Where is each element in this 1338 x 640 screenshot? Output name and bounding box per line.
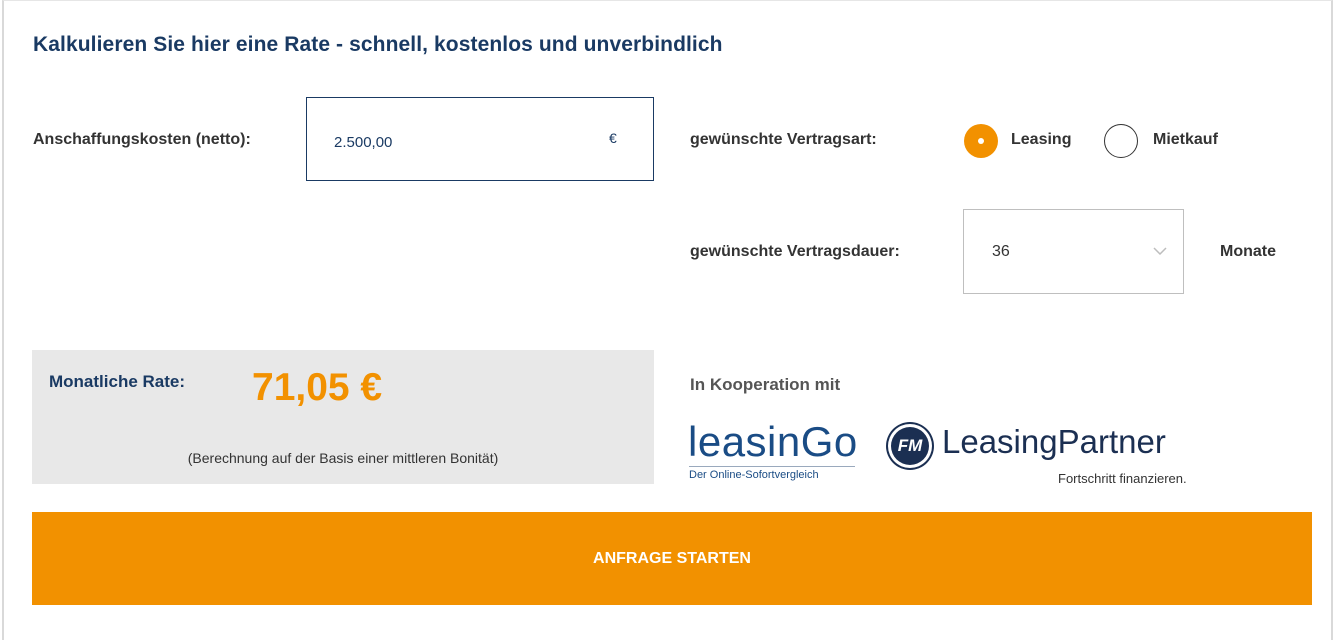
cost-input[interactable]: 2.500,00 € (306, 97, 654, 181)
leasingpartner-wordmark: LeasingPartner (942, 423, 1166, 460)
rate-note: (Berechnung auf der Basis einer mittlere… (187, 450, 499, 466)
radio-leasing[interactable] (964, 124, 998, 158)
start-request-label: ANFRAGE STARTEN (593, 549, 751, 567)
radio-mietkauf[interactable] (1104, 124, 1138, 158)
cooperation-label: In Kooperation mit (690, 375, 841, 394)
duration-select[interactable]: 36 (963, 209, 1184, 294)
cost-label: Anschaffungskosten (netto): (33, 131, 251, 148)
rate-value: 71,05 € (252, 366, 383, 409)
leasingo-tagline: Der Online-Sofortvergleich (689, 466, 855, 481)
euro-unit: € (609, 130, 617, 146)
leasingpartner-tagline: Fortschritt finanzieren. (1058, 471, 1187, 486)
fm-badge-icon: FM (888, 424, 932, 468)
leasingo-wordmark: leasinGo (688, 418, 858, 465)
rate-label: Monatliche Rate: (49, 372, 186, 391)
calculator-title: Kalkulieren Sie hier eine Rate - schnell… (33, 33, 723, 56)
leasingo-logo: leasinGo Der Online-Sofortvergleich (688, 418, 858, 484)
radio-mietkauf-label[interactable]: Mietkauf (1153, 131, 1218, 149)
contract-type-label: gewünschte Vertragsart: (690, 131, 877, 148)
radio-leasing-label[interactable]: Leasing (1011, 131, 1071, 149)
rate-panel: Monatliche Rate: 71,05 € (Berechnung auf… (32, 350, 654, 484)
duration-unit: Monate (1220, 243, 1276, 260)
duration-label: gewünschte Vertragsdauer: (690, 243, 900, 260)
leasingpartner-logo: FM LeasingPartner Fortschritt finanziere… (888, 423, 1228, 488)
duration-value[interactable]: 36 (992, 243, 1010, 261)
cost-value[interactable]: 2.500,00 (334, 134, 392, 151)
chevron-down-icon (1153, 247, 1167, 256)
start-request-button[interactable]: ANFRAGE STARTEN (32, 512, 1312, 605)
